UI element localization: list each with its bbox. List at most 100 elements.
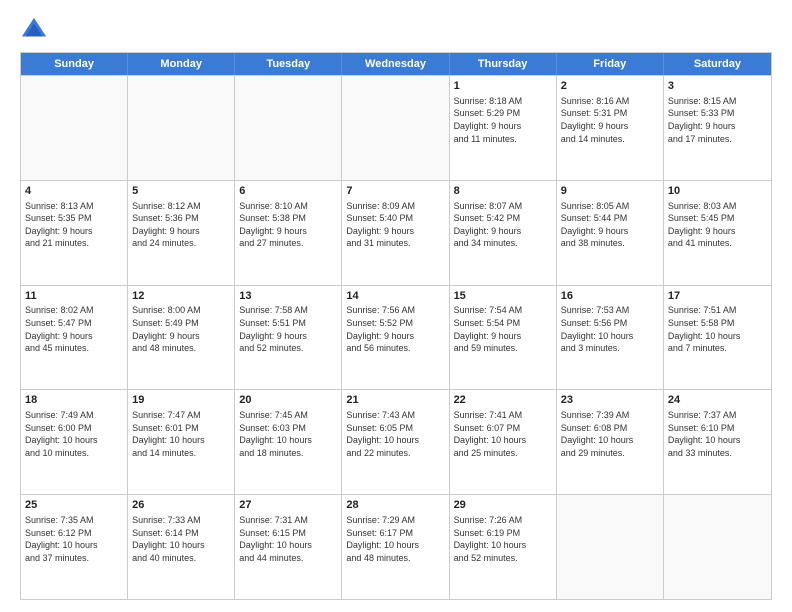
day-number: 26 [132,498,230,513]
day-info: Sunrise: 8:12 AM Sunset: 5:36 PM Dayligh… [132,200,230,250]
calendar-empty [235,76,342,180]
day-info: Sunrise: 7:45 AM Sunset: 6:03 PM Dayligh… [239,409,337,459]
day-info: Sunrise: 7:39 AM Sunset: 6:08 PM Dayligh… [561,409,659,459]
calendar-day-23: 23Sunrise: 7:39 AM Sunset: 6:08 PM Dayli… [557,390,664,494]
calendar-row-2: 4Sunrise: 8:13 AM Sunset: 5:35 PM Daylig… [21,180,771,285]
day-number: 25 [25,498,123,513]
calendar-row-5: 25Sunrise: 7:35 AM Sunset: 6:12 PM Dayli… [21,494,771,599]
day-info: Sunrise: 7:53 AM Sunset: 5:56 PM Dayligh… [561,304,659,354]
day-number: 14 [346,289,444,304]
calendar-empty [664,495,771,599]
day-info: Sunrise: 8:10 AM Sunset: 5:38 PM Dayligh… [239,200,337,250]
day-info: Sunrise: 7:51 AM Sunset: 5:58 PM Dayligh… [668,304,767,354]
page: SundayMondayTuesdayWednesdayThursdayFrid… [0,0,792,612]
calendar-day-26: 26Sunrise: 7:33 AM Sunset: 6:14 PM Dayli… [128,495,235,599]
calendar-day-13: 13Sunrise: 7:58 AM Sunset: 5:51 PM Dayli… [235,286,342,390]
calendar-day-28: 28Sunrise: 7:29 AM Sunset: 6:17 PM Dayli… [342,495,449,599]
day-info: Sunrise: 8:09 AM Sunset: 5:40 PM Dayligh… [346,200,444,250]
day-number: 13 [239,289,337,304]
calendar-day-25: 25Sunrise: 7:35 AM Sunset: 6:12 PM Dayli… [21,495,128,599]
day-number: 5 [132,184,230,199]
day-number: 9 [561,184,659,199]
day-number: 3 [668,79,767,94]
day-number: 17 [668,289,767,304]
calendar-day-8: 8Sunrise: 8:07 AM Sunset: 5:42 PM Daylig… [450,181,557,285]
day-info: Sunrise: 8:05 AM Sunset: 5:44 PM Dayligh… [561,200,659,250]
day-info: Sunrise: 8:07 AM Sunset: 5:42 PM Dayligh… [454,200,552,250]
day-number: 24 [668,393,767,408]
calendar-day-29: 29Sunrise: 7:26 AM Sunset: 6:19 PM Dayli… [450,495,557,599]
day-info: Sunrise: 7:41 AM Sunset: 6:07 PM Dayligh… [454,409,552,459]
calendar-day-2: 2Sunrise: 8:16 AM Sunset: 5:31 PM Daylig… [557,76,664,180]
calendar-day-6: 6Sunrise: 8:10 AM Sunset: 5:38 PM Daylig… [235,181,342,285]
day-info: Sunrise: 7:35 AM Sunset: 6:12 PM Dayligh… [25,514,123,564]
day-info: Sunrise: 7:29 AM Sunset: 6:17 PM Dayligh… [346,514,444,564]
calendar-day-4: 4Sunrise: 8:13 AM Sunset: 5:35 PM Daylig… [21,181,128,285]
day-info: Sunrise: 8:16 AM Sunset: 5:31 PM Dayligh… [561,95,659,145]
day-header-thursday: Thursday [450,53,557,75]
day-number: 1 [454,79,552,94]
day-number: 21 [346,393,444,408]
calendar-day-20: 20Sunrise: 7:45 AM Sunset: 6:03 PM Dayli… [235,390,342,494]
calendar-row-4: 18Sunrise: 7:49 AM Sunset: 6:00 PM Dayli… [21,389,771,494]
day-number: 18 [25,393,123,408]
day-number: 8 [454,184,552,199]
calendar-empty [557,495,664,599]
calendar-day-15: 15Sunrise: 7:54 AM Sunset: 5:54 PM Dayli… [450,286,557,390]
calendar-day-22: 22Sunrise: 7:41 AM Sunset: 6:07 PM Dayli… [450,390,557,494]
calendar-row-1: 1Sunrise: 8:18 AM Sunset: 5:29 PM Daylig… [21,75,771,180]
day-info: Sunrise: 7:56 AM Sunset: 5:52 PM Dayligh… [346,304,444,354]
calendar-day-3: 3Sunrise: 8:15 AM Sunset: 5:33 PM Daylig… [664,76,771,180]
day-info: Sunrise: 7:58 AM Sunset: 5:51 PM Dayligh… [239,304,337,354]
day-number: 12 [132,289,230,304]
calendar-day-7: 7Sunrise: 8:09 AM Sunset: 5:40 PM Daylig… [342,181,449,285]
calendar-day-24: 24Sunrise: 7:37 AM Sunset: 6:10 PM Dayli… [664,390,771,494]
day-number: 20 [239,393,337,408]
calendar-day-17: 17Sunrise: 7:51 AM Sunset: 5:58 PM Dayli… [664,286,771,390]
day-header-wednesday: Wednesday [342,53,449,75]
calendar-day-21: 21Sunrise: 7:43 AM Sunset: 6:05 PM Dayli… [342,390,449,494]
day-info: Sunrise: 7:47 AM Sunset: 6:01 PM Dayligh… [132,409,230,459]
calendar-day-14: 14Sunrise: 7:56 AM Sunset: 5:52 PM Dayli… [342,286,449,390]
day-number: 23 [561,393,659,408]
header [20,16,772,44]
day-number: 6 [239,184,337,199]
day-info: Sunrise: 7:31 AM Sunset: 6:15 PM Dayligh… [239,514,337,564]
calendar-day-5: 5Sunrise: 8:12 AM Sunset: 5:36 PM Daylig… [128,181,235,285]
day-info: Sunrise: 7:26 AM Sunset: 6:19 PM Dayligh… [454,514,552,564]
calendar-day-1: 1Sunrise: 8:18 AM Sunset: 5:29 PM Daylig… [450,76,557,180]
day-number: 19 [132,393,230,408]
calendar-day-19: 19Sunrise: 7:47 AM Sunset: 6:01 PM Dayli… [128,390,235,494]
calendar-empty [128,76,235,180]
day-info: Sunrise: 7:43 AM Sunset: 6:05 PM Dayligh… [346,409,444,459]
calendar-header: SundayMondayTuesdayWednesdayThursdayFrid… [21,53,771,75]
day-number: 28 [346,498,444,513]
day-number: 2 [561,79,659,94]
day-info: Sunrise: 8:03 AM Sunset: 5:45 PM Dayligh… [668,200,767,250]
calendar-empty [342,76,449,180]
day-number: 4 [25,184,123,199]
day-info: Sunrise: 8:15 AM Sunset: 5:33 PM Dayligh… [668,95,767,145]
day-info: Sunrise: 7:37 AM Sunset: 6:10 PM Dayligh… [668,409,767,459]
day-header-monday: Monday [128,53,235,75]
day-info: Sunrise: 7:54 AM Sunset: 5:54 PM Dayligh… [454,304,552,354]
day-info: Sunrise: 7:49 AM Sunset: 6:00 PM Dayligh… [25,409,123,459]
day-number: 22 [454,393,552,408]
calendar-row-3: 11Sunrise: 8:02 AM Sunset: 5:47 PM Dayli… [21,285,771,390]
calendar-empty [21,76,128,180]
day-number: 7 [346,184,444,199]
day-header-sunday: Sunday [21,53,128,75]
calendar-day-27: 27Sunrise: 7:31 AM Sunset: 6:15 PM Dayli… [235,495,342,599]
day-number: 10 [668,184,767,199]
calendar-body: 1Sunrise: 8:18 AM Sunset: 5:29 PM Daylig… [21,75,771,599]
calendar: SundayMondayTuesdayWednesdayThursdayFrid… [20,52,772,600]
day-number: 11 [25,289,123,304]
day-number: 16 [561,289,659,304]
day-number: 27 [239,498,337,513]
calendar-day-18: 18Sunrise: 7:49 AM Sunset: 6:00 PM Dayli… [21,390,128,494]
logo-icon [20,16,48,44]
calendar-day-10: 10Sunrise: 8:03 AM Sunset: 5:45 PM Dayli… [664,181,771,285]
day-header-friday: Friday [557,53,664,75]
day-info: Sunrise: 8:00 AM Sunset: 5:49 PM Dayligh… [132,304,230,354]
day-number: 29 [454,498,552,513]
